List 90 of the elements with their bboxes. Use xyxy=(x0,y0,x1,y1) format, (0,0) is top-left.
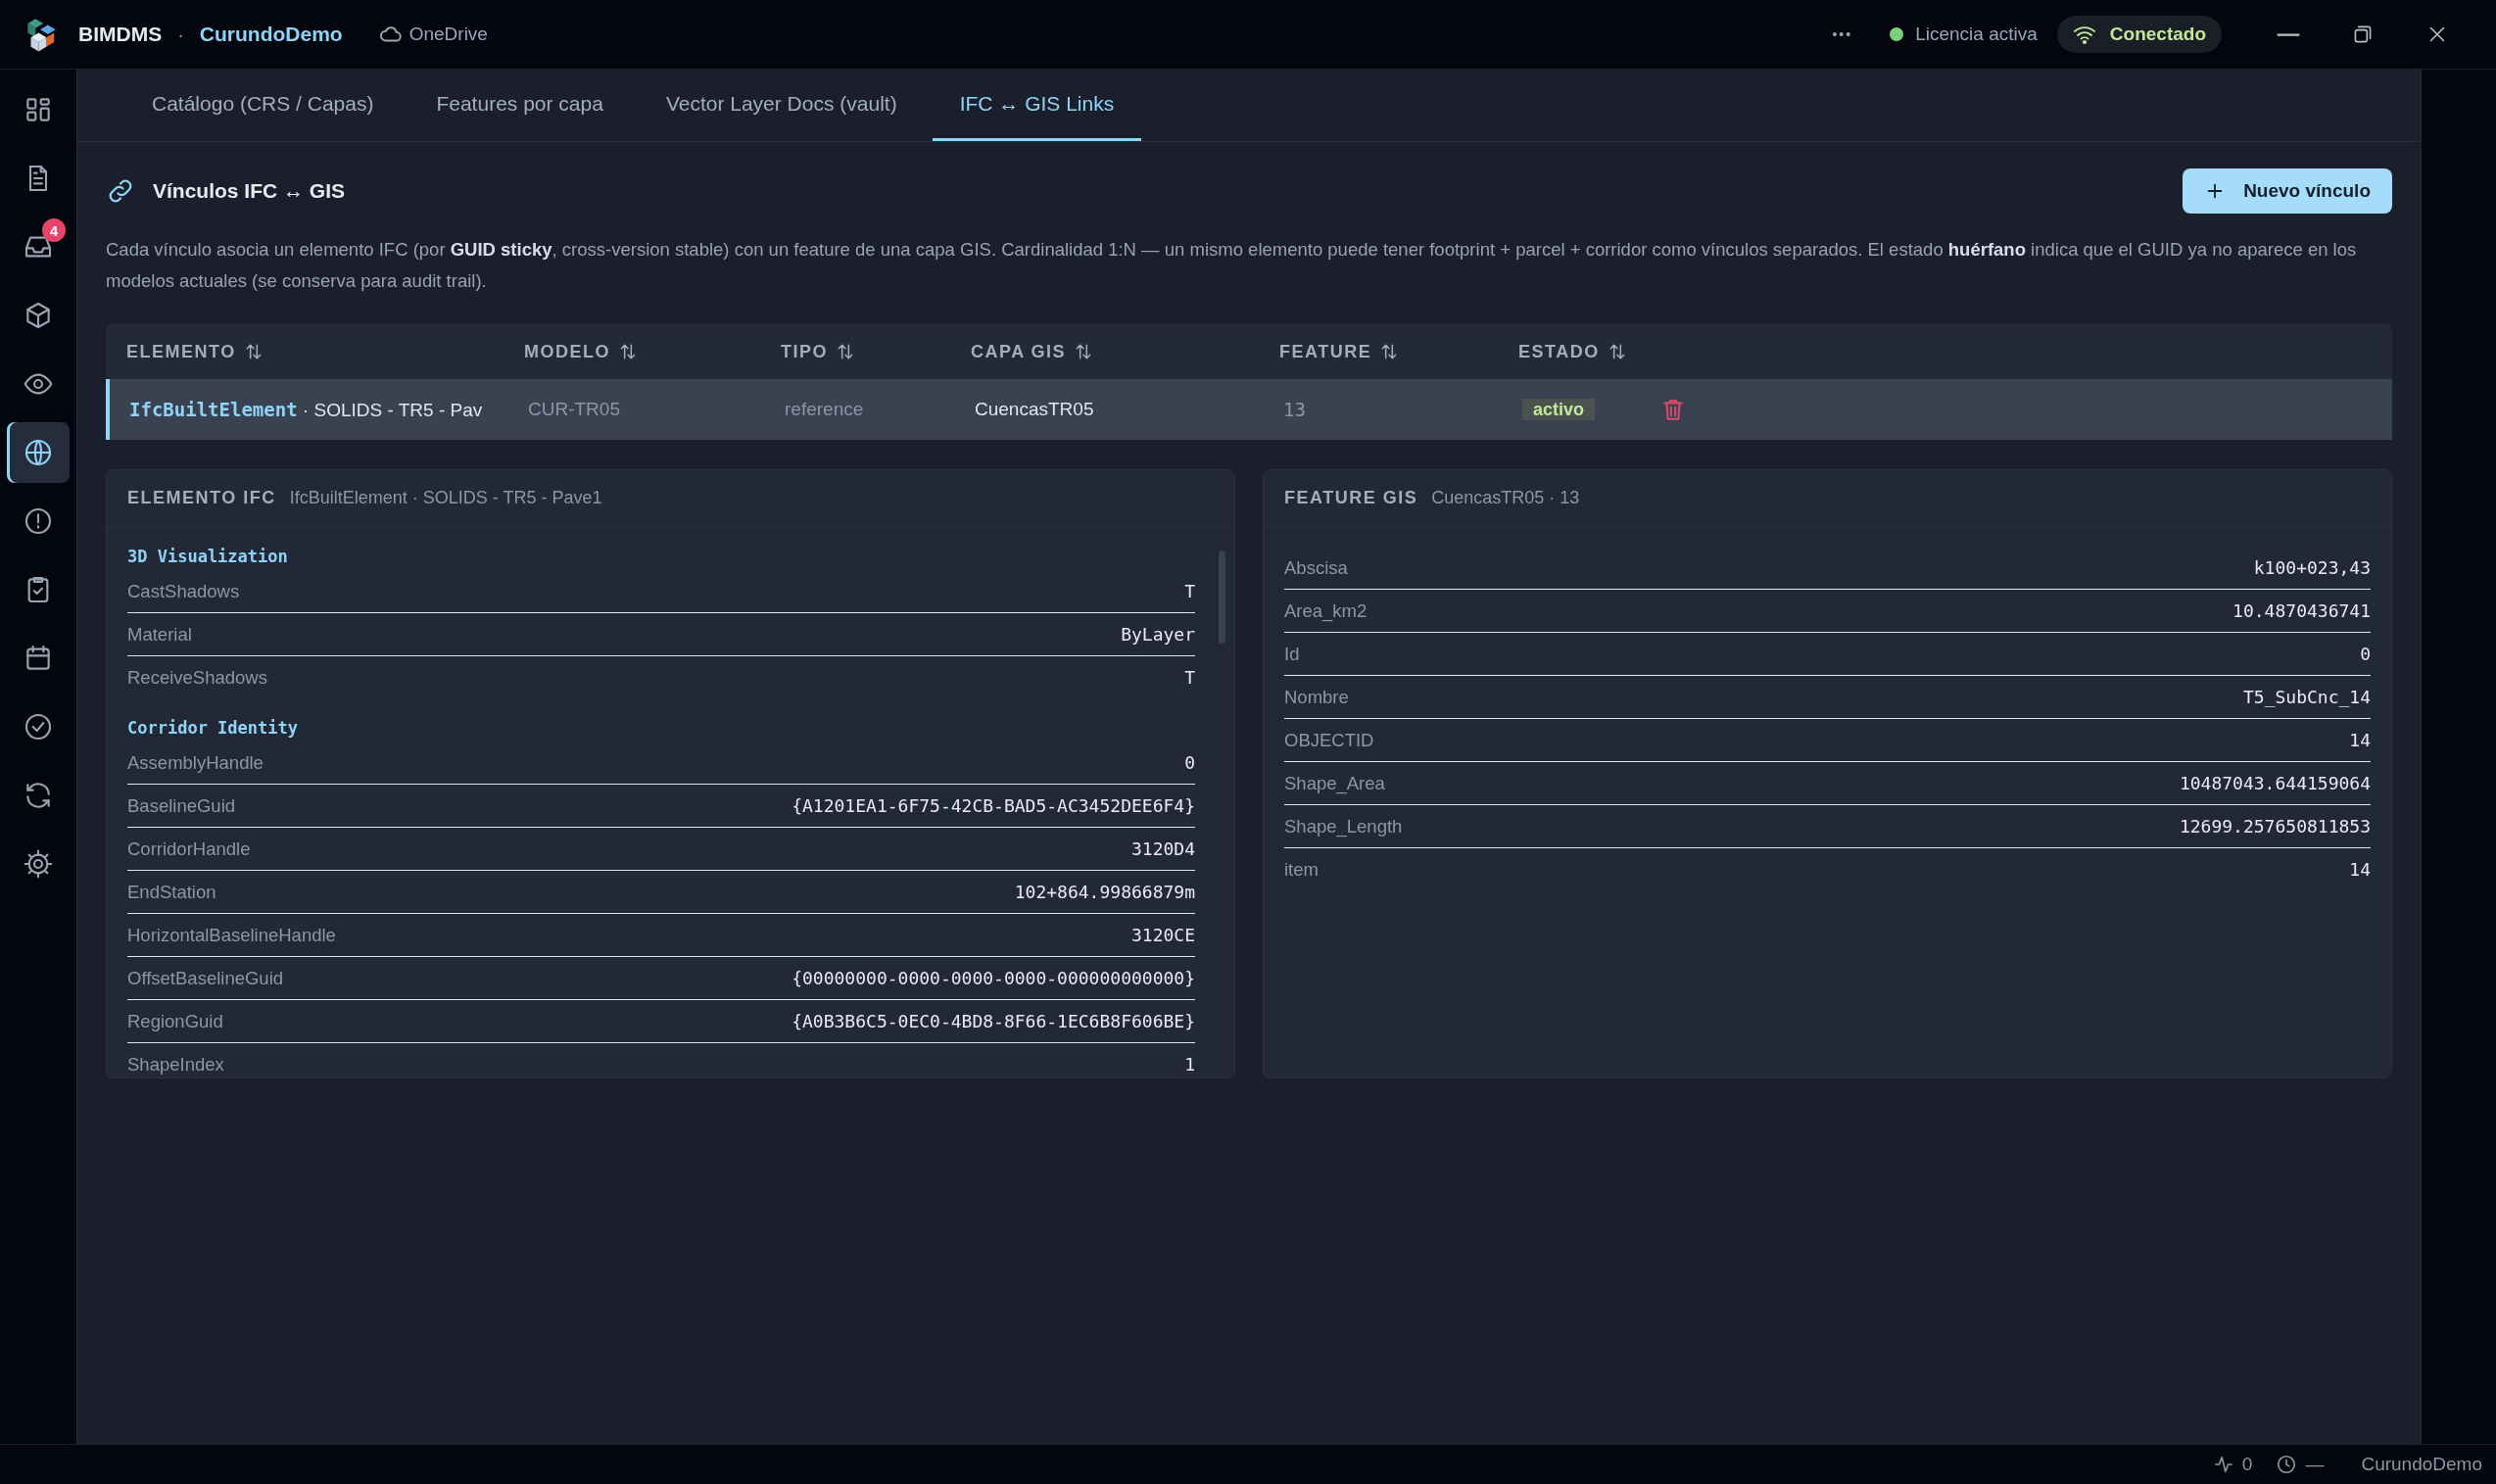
property-name: CastShadows xyxy=(127,580,240,602)
property-value: k100+023,43 xyxy=(2253,557,2371,578)
check-circle-icon xyxy=(23,711,54,742)
sort-icon xyxy=(618,342,638,361)
license-status: Licencia activa xyxy=(1915,24,2038,45)
connection-badge: Conectado xyxy=(2056,16,2222,53)
description-text: Cada vínculo asocia un elemento IFC (por GUID sticky, cross-version stable) con un feature de una capa GIS. Cardinalidad 1:N — un mismo elemento puede tener footprint + parcel + corridor como vínculos separados. El estado huérfano indica que el GUID ya no aparece en los modelos actuales (se conserva para audit trail). xyxy=(106,238,2358,293)
table-cell-text: reference xyxy=(784,399,865,420)
property-value: ByLayer xyxy=(1121,624,1195,645)
tab[interactable]: Catálogo (CRS / Capas) xyxy=(124,70,402,141)
activity-count: 0 xyxy=(2241,1454,2253,1475)
globe-icon xyxy=(23,437,54,468)
panel-title: FEATURE GIS xyxy=(1284,488,1418,508)
status-workspace: CurundoDemo xyxy=(2361,1454,2482,1475)
property-value: T xyxy=(1184,667,1195,688)
activity-icon xyxy=(2212,1454,2234,1475)
status-dot-icon xyxy=(1890,27,1904,41)
alert-icon xyxy=(23,505,54,537)
property-name: RegionGuid xyxy=(127,1010,223,1032)
app-name: BIMDMS xyxy=(78,23,163,46)
property-name: Material xyxy=(127,623,192,646)
notification-badge: 4 xyxy=(42,218,66,242)
column-header[interactable]: TIPO xyxy=(760,341,950,362)
tab[interactable]: Vector Layer Docs (vault) xyxy=(638,70,925,141)
property-name: HorizontalBaselineHandle xyxy=(127,924,336,946)
sidebar-item[interactable] xyxy=(7,422,70,483)
section-title: Vínculos IFC ↔ GIS xyxy=(153,179,346,203)
new-link-button[interactable]: Nuevo vínculo xyxy=(2183,168,2392,214)
element-cell-text: IfcBuiltElement · SOLIDS - TR5 - Pav xyxy=(128,398,484,421)
property-value: 102+864.99866879m xyxy=(1014,882,1195,902)
panel-subtitle: IfcBuiltElement · SOLIDS - TR5 - Pave1 xyxy=(289,488,602,508)
column-header[interactable]: CAPA GIS xyxy=(950,341,1259,362)
property-value: T xyxy=(1184,581,1195,601)
property-value: {00000000-0000-0000-0000-000000000000} xyxy=(792,968,1195,988)
column-header[interactable]: MODELO xyxy=(504,341,760,362)
settings-icon xyxy=(23,848,54,880)
property-name: Shape_Area xyxy=(1284,772,1385,794)
property-name: Area_km2 xyxy=(1284,599,1368,622)
table-cell-text: 13 xyxy=(1282,399,1307,420)
property-value: 14 xyxy=(2349,859,2371,880)
table-cell-text: CuencasTR05 xyxy=(974,399,1095,420)
table-row[interactable]: IfcBuiltElement · SOLIDS - TR5 - Pav CUR-TR05 reference CuencasTR05 13 activo xyxy=(106,379,2392,440)
property-value: 3120CE xyxy=(1130,925,1195,945)
sidebar-item[interactable]: 4 xyxy=(7,216,70,277)
property-name: ReceiveShadows xyxy=(127,666,267,689)
delete-button[interactable] xyxy=(1660,397,1686,422)
column-header[interactable]: FEATURE xyxy=(1259,341,1498,362)
sort-icon xyxy=(1074,342,1093,361)
property-value: 0 xyxy=(2360,644,2371,664)
property-value: {A0B3B6C5-0EC0-4BD8-8F66-1EC6B8F606BE} xyxy=(792,1011,1195,1031)
property-value: 1 xyxy=(1184,1054,1195,1075)
property-value: 10487043.644159064 xyxy=(2179,773,2371,793)
panel-title: ELEMENTO IFC xyxy=(127,488,276,508)
property-name: Nombre xyxy=(1284,686,1349,708)
property-name: OBJECTID xyxy=(1284,729,1374,751)
trash-icon xyxy=(1660,397,1686,422)
property-name: Id xyxy=(1284,643,1300,665)
property-value: 3120D4 xyxy=(1130,838,1195,859)
property-name: BaselineGuid xyxy=(127,794,236,817)
property-name: item xyxy=(1284,858,1319,881)
property-value: 0 xyxy=(1184,752,1195,773)
workspace-name[interactable]: CurundoDemo xyxy=(199,23,343,46)
column-header[interactable]: ESTADO xyxy=(1498,341,1656,362)
column-header[interactable]: ELEMENTO xyxy=(106,341,504,362)
tab[interactable]: Features por capa xyxy=(408,70,631,141)
property-name: Abscisa xyxy=(1284,556,1348,579)
property-name: Shape_Length xyxy=(1284,815,1403,838)
clock-icon xyxy=(2276,1454,2298,1475)
property-name: OffsetBaselineGuid xyxy=(127,967,284,989)
property-value: 12699.257650811853 xyxy=(2179,816,2371,837)
sort-icon xyxy=(836,342,855,361)
storage-label: OneDrive xyxy=(408,24,488,45)
panel-subtitle: CuencasTR05 · 13 xyxy=(1431,488,1580,508)
property-name: EndStation xyxy=(127,881,216,903)
property-value: 14 xyxy=(2349,730,2371,750)
property-name: AssemblyHandle xyxy=(127,751,264,774)
property-name: CorridorHandle xyxy=(127,838,251,860)
property-value: T5_SubCnc_14 xyxy=(2242,687,2371,707)
last-sync: — xyxy=(2305,1454,2325,1475)
group-heading: Corridor Identity xyxy=(127,718,299,738)
property-name: ShapeIndex xyxy=(127,1053,224,1076)
minimize-icon xyxy=(2276,32,2301,36)
table-cell-text: CUR-TR05 xyxy=(527,399,621,420)
status-badge: activo xyxy=(1522,399,1596,420)
property-value: 10.4870436741 xyxy=(2232,600,2371,621)
group-heading: 3D Visualization xyxy=(127,547,289,566)
property-value: {A1201EA1-6F75-42CB-BAD5-AC3452DEE6F4} xyxy=(792,795,1195,816)
more-button[interactable]: ••• xyxy=(1832,26,1853,42)
title-separator: · xyxy=(177,23,184,46)
tab[interactable]: IFC ↔ GIS Links xyxy=(932,70,1142,141)
